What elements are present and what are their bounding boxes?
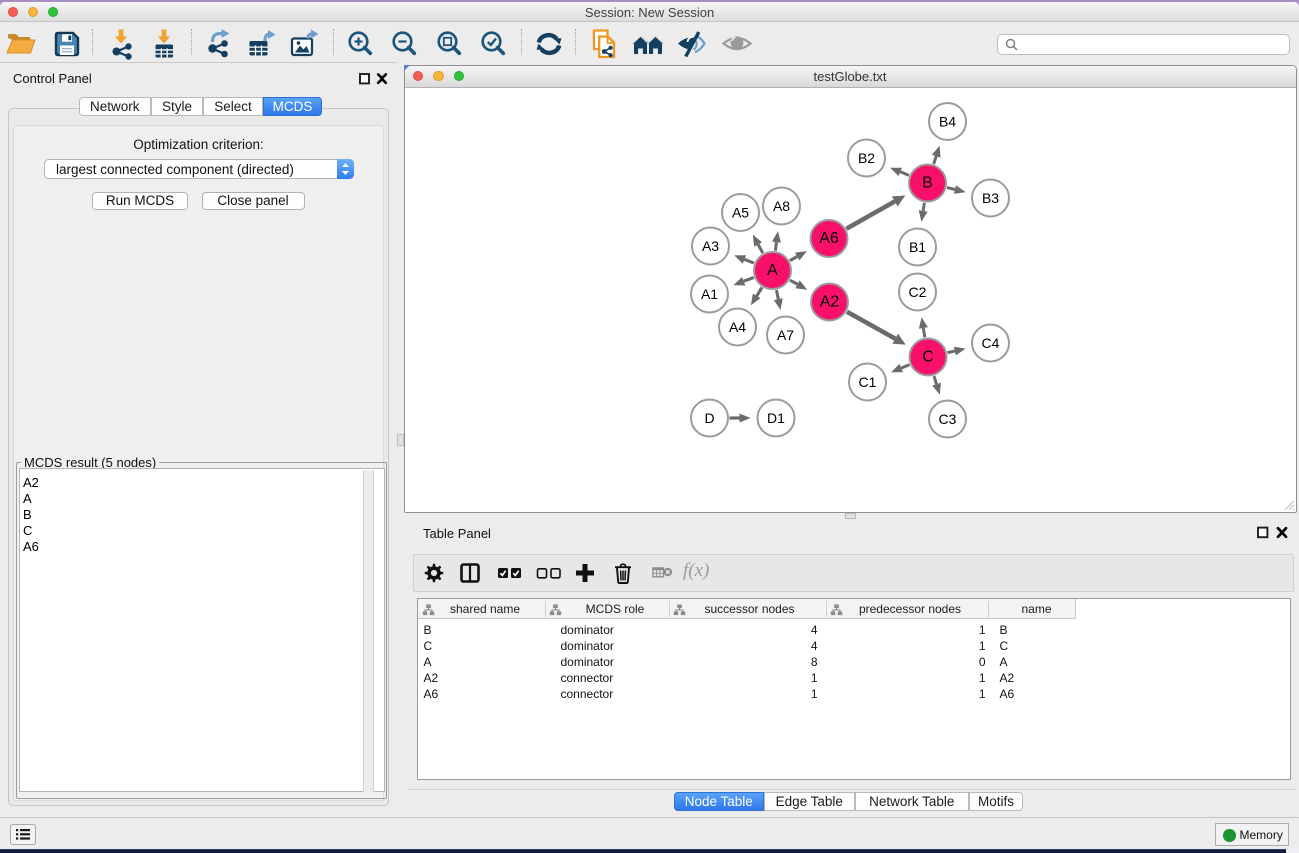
svg-text:A5: A5 [731, 205, 748, 221]
svg-text:C1: C1 [858, 374, 876, 390]
svg-text:C: C [922, 349, 934, 366]
svg-text:B: B [922, 175, 933, 192]
svg-text:A4: A4 [728, 319, 745, 335]
svg-text:B3: B3 [981, 190, 998, 206]
svg-text:D1: D1 [767, 410, 785, 426]
svg-text:A: A [767, 262, 778, 279]
svg-text:C2: C2 [908, 284, 926, 300]
svg-text:C4: C4 [981, 335, 999, 351]
svg-text:B2: B2 [857, 150, 874, 166]
svg-text:A3: A3 [701, 238, 718, 254]
svg-text:A8: A8 [772, 198, 789, 214]
svg-text:A6: A6 [819, 230, 839, 247]
svg-text:C3: C3 [938, 411, 956, 427]
svg-text:A1: A1 [700, 286, 717, 302]
svg-text:D: D [704, 410, 714, 426]
svg-text:A7: A7 [776, 327, 793, 343]
svg-text:B1: B1 [908, 239, 925, 255]
svg-text:A2: A2 [819, 294, 839, 311]
svg-text:B4: B4 [938, 114, 955, 130]
